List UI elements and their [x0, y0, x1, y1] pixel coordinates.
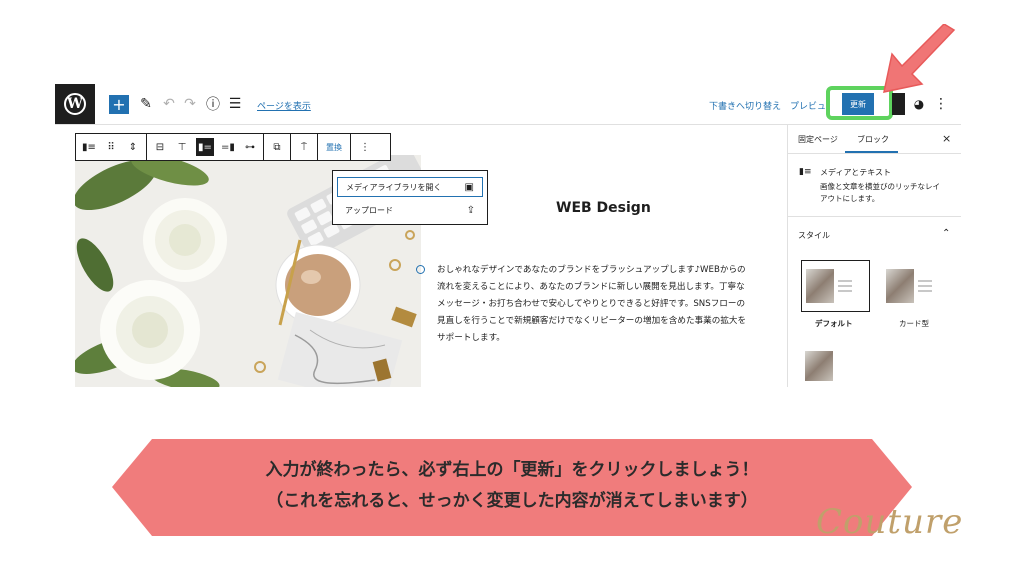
brand-logo: Couture	[816, 502, 964, 542]
upload-icon: ⇪	[466, 204, 475, 216]
open-media-library-label: メディアライブラリを開く	[346, 182, 442, 192]
media-right-icon[interactable]: =▮	[217, 134, 239, 160]
bird-thumbnail	[886, 269, 914, 303]
style-card-label: カード型	[899, 319, 929, 328]
view-page-link[interactable]: ページを表示	[257, 99, 311, 112]
open-media-library-item[interactable]: メディアライブラリを開く ▣	[337, 177, 483, 197]
upload-label: アップロード	[345, 205, 393, 215]
preview-button[interactable]: プレビュ	[790, 99, 826, 112]
block-card-title: メディアとテキスト	[820, 168, 892, 177]
instruction-text: 入力が終わったら、必ず右上の「更新」をクリックしましょう！ （これを忘れると、せ…	[112, 455, 912, 517]
paragraph-line: 流れを変えることにより、あなたのブランドに新しい展開を見出します。丁寧な	[437, 282, 745, 292]
undo-icon[interactable]: ↶	[162, 96, 176, 112]
content-heading[interactable]: WEB Design	[556, 200, 651, 216]
paragraph-line: メッセージ・お打ち合わせで安心してやりとりできると好評です。SNSフローの	[437, 299, 746, 309]
drag-handle-icon[interactable]: ⠿	[100, 134, 122, 160]
more-options-icon[interactable]: ⋮	[934, 96, 948, 112]
crop-icon[interactable]: ⧉	[266, 134, 288, 160]
tab-page[interactable]: 固定ページ	[798, 134, 838, 145]
bird-thumbnail	[805, 351, 833, 381]
redo-icon[interactable]: ↷	[183, 96, 197, 112]
block-desc-line: アウトにします。	[820, 194, 880, 203]
wordpress-icon: W	[64, 93, 86, 115]
replace-menu: メディアライブラリを開く ▣ アップロード ⇪	[332, 170, 488, 225]
media-library-icon: ▣	[464, 181, 474, 193]
paragraph-line: おしゃれなデザインであなたのブランドをブラッシュアップします♪WEBからの	[437, 265, 746, 275]
paragraph-line: サポートします。	[437, 333, 505, 343]
thumbnail-lines	[838, 277, 852, 295]
block-indicator-icon	[416, 265, 425, 274]
add-block-button[interactable]: +	[109, 95, 129, 114]
align-center-icon[interactable]: ⊟	[149, 134, 171, 160]
style-card-option[interactable]	[882, 260, 951, 312]
block-more-icon[interactable]: ⋮	[354, 134, 376, 160]
divider	[788, 153, 961, 154]
edit-tools-icon[interactable]: ✎	[139, 96, 153, 112]
wordpress-logo[interactable]: W	[55, 84, 95, 124]
chevron-up-icon[interactable]: ⌃	[942, 228, 950, 239]
switch-to-draft-button[interactable]: 下書きへ切り替え	[709, 99, 781, 112]
block-toolbar: ▮≡ ⠿ ⇕ ⊟ ⊤ ▮= =▮ ⊶ ⧉ ⍑ 置換 ⋮	[75, 133, 391, 161]
align-top-icon[interactable]: ⊤	[171, 134, 193, 160]
divider	[788, 216, 961, 217]
plugin-icon[interactable]: ◕	[911, 96, 927, 112]
style-section-title[interactable]: スタイル	[798, 230, 830, 241]
info-icon[interactable]: ⓘ	[206, 96, 220, 113]
media-text-block-icon[interactable]: ▮≡	[78, 134, 100, 160]
upload-item[interactable]: アップロード ⇪	[337, 200, 483, 220]
thumbnail-lines	[918, 277, 932, 295]
media-left-icon[interactable]: ▮=	[196, 138, 214, 156]
block-card-description: 画像と文章を横並びのリッチなレイ アウトにします。	[820, 181, 955, 205]
move-up-down-icon[interactable]: ⇕	[122, 134, 144, 160]
replace-button[interactable]: 置換	[318, 142, 350, 153]
instruction-line-2: （これを忘れると、せっかく変更した内容が消えてしまいます）	[266, 491, 758, 511]
media-text-icon: ▮≡	[799, 167, 812, 177]
bird-thumbnail	[806, 269, 834, 303]
link-icon[interactable]: ⊶	[239, 134, 261, 160]
list-view-icon[interactable]: ☰	[228, 96, 242, 112]
tab-block[interactable]: ブロック	[857, 134, 889, 145]
instruction-line-1: 入力が終わったら、必ず右上の「更新」をクリックしましょう！	[265, 460, 759, 480]
close-sidebar-button[interactable]: ×	[942, 132, 951, 145]
content-paragraph[interactable]: おしゃれなデザインであなたのブランドをブラッシュアップします♪WEBからの 流れ…	[437, 262, 767, 347]
style-third-option[interactable]	[801, 345, 870, 387]
pointer-arrow-icon	[883, 24, 956, 93]
paint-icon[interactable]: ⍑	[293, 134, 315, 160]
style-default-label: デフォルト	[815, 319, 853, 328]
style-default-option[interactable]	[801, 260, 870, 312]
paragraph-line: 見直しを行うことで新規顧客だけでなくリピーターの増加を含めた事業の拡大を	[437, 316, 747, 326]
block-desc-line: 画像と文章を横並びのリッチなレイ	[820, 182, 940, 191]
